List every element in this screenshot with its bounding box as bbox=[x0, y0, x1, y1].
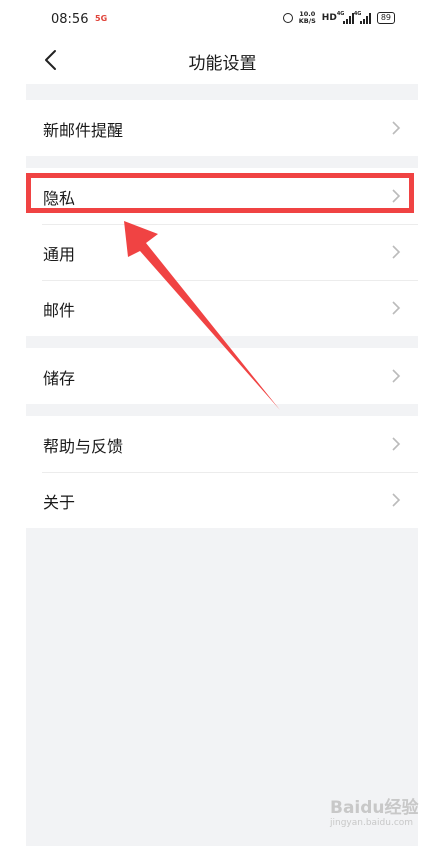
signal-strength-icon-2: 4G bbox=[354, 11, 371, 24]
settings-item-label: 储存 bbox=[43, 369, 76, 388]
settings-item-storage[interactable]: 储存 bbox=[26, 348, 418, 404]
chevron-right-icon bbox=[392, 121, 401, 135]
network-5g-icon: 5G bbox=[95, 14, 108, 23]
settings-item-about[interactable]: 关于 bbox=[26, 472, 418, 528]
status-time: 08:56 bbox=[51, 12, 89, 27]
settings-item-general[interactable]: 通用 bbox=[26, 224, 418, 280]
watermark-logo: Baidu经验 bbox=[330, 798, 419, 818]
network-speed: 10.0 KB/S bbox=[299, 11, 316, 25]
battery-icon: 89 bbox=[376, 12, 395, 24]
signal-strength-icon-1: 4G bbox=[337, 11, 354, 24]
signal-2-type: 4G bbox=[353, 10, 362, 17]
settings-item-new-mail-alert[interactable]: 新邮件提醒 bbox=[26, 100, 418, 156]
watermark-url: jingyan.baidu.com bbox=[330, 818, 414, 828]
settings-group-help: 帮助与反馈 关于 bbox=[26, 416, 418, 528]
settings-group-notifications: 新邮件提醒 bbox=[26, 100, 418, 156]
settings-item-privacy[interactable]: 隐私 bbox=[26, 168, 418, 224]
hd-voice-icon: HD bbox=[321, 13, 337, 23]
status-bar: 08:56 5G 10.0 KB/S HD 4G 4G 89 bbox=[0, 0, 445, 40]
settings-item-label: 帮助与反馈 bbox=[43, 437, 124, 456]
chevron-right-icon bbox=[392, 493, 401, 507]
navigation-bar: 功能设置 bbox=[0, 40, 445, 84]
settings-item-label: 通用 bbox=[43, 245, 76, 264]
alarm-clock-icon bbox=[282, 13, 293, 23]
chevron-right-icon bbox=[392, 245, 401, 259]
status-right-icons: 10.0 KB/S HD 4G 4G 89 bbox=[282, 11, 395, 25]
network-speed-unit: KB/S bbox=[298, 17, 316, 25]
signal-1-type: 4G bbox=[336, 10, 345, 17]
settings-group-storage: 储存 bbox=[26, 348, 418, 404]
chevron-right-icon bbox=[392, 369, 401, 383]
settings-item-label: 隐私 bbox=[43, 189, 76, 208]
settings-item-label: 关于 bbox=[43, 493, 76, 512]
settings-item-label: 邮件 bbox=[43, 301, 76, 320]
settings-item-mail[interactable]: 邮件 bbox=[26, 280, 418, 336]
page-title: 功能设置 bbox=[188, 54, 257, 74]
chevron-right-icon bbox=[392, 301, 401, 315]
settings-item-help-feedback[interactable]: 帮助与反馈 bbox=[26, 416, 418, 472]
settings-list: 新邮件提醒 隐私 通用 邮件 储存 帮助与反馈 关于 bbox=[26, 84, 418, 846]
settings-group-general: 隐私 通用 邮件 bbox=[26, 168, 418, 336]
settings-item-label: 新邮件提醒 bbox=[43, 121, 124, 140]
chevron-right-icon bbox=[392, 437, 401, 451]
chevron-right-icon bbox=[392, 189, 401, 203]
baidu-watermark: Baidu经验 jingyan.baidu.com bbox=[330, 793, 419, 828]
